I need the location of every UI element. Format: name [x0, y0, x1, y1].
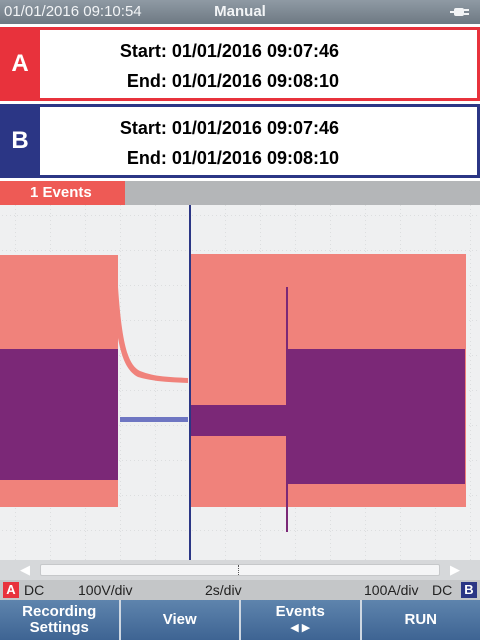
channel-a-tag: A: [0, 27, 40, 101]
recording-settings-button[interactable]: Recording Settings: [0, 600, 121, 640]
run-label: RUN: [404, 611, 438, 628]
channel-b-coupling: DC: [432, 582, 453, 598]
events-arrows-icon: ◀ ▶: [290, 622, 311, 634]
current-segment-3: [288, 349, 465, 484]
time-scale: 2s/div: [205, 582, 242, 598]
waveform-plot[interactable]: [0, 205, 480, 560]
scroll-track[interactable]: [40, 564, 440, 576]
scale-bar: A DC 100V/div 2s/div 100A/div DC B: [0, 580, 480, 600]
channel-b-start: Start: 01/01/2016 09:07:46: [119, 118, 339, 138]
recording-settings-label-1: Recording: [22, 603, 97, 620]
current-segment-2: [191, 405, 288, 436]
status-bar: 01/01/2016 09:10:54 Manual: [0, 0, 480, 24]
channel-b-scale: 100A/div: [364, 582, 419, 598]
channel-b-panel[interactable]: B Start: 01/01/2016 09:07:46 End: 01/01/…: [0, 104, 480, 178]
horizontal-scrollbar[interactable]: ◀ ▶: [0, 560, 480, 580]
scroll-right-icon[interactable]: ▶: [450, 562, 460, 578]
plug-icon: [450, 8, 469, 16]
channel-a-coupling: DC: [24, 582, 45, 598]
events-button[interactable]: Events ◀ ▶: [241, 600, 362, 640]
events-count-tab[interactable]: 1 Events: [0, 181, 125, 205]
channel-b-badge: B: [461, 582, 477, 598]
recording-settings-label-2: Settings: [29, 619, 89, 636]
channel-a-end: End: 01/01/2016 09:08:10: [126, 71, 339, 91]
channel-a-start: Start: 01/01/2016 09:07:46: [119, 41, 339, 61]
channel-a-badge: A: [3, 582, 19, 598]
channel-a-scale: 100V/div: [78, 582, 133, 598]
mode-label: Manual: [214, 3, 266, 20]
current-idle: [120, 417, 188, 422]
events-label: Events: [275, 603, 325, 620]
channel-a-panel[interactable]: A Start: 01/01/2016 09:07:46 End: 01/01/…: [0, 27, 480, 101]
scroll-left-icon[interactable]: ◀: [20, 562, 30, 578]
channel-b-end: End: 01/01/2016 09:08:10: [126, 148, 339, 168]
channel-b-tag: B: [0, 104, 40, 178]
run-button[interactable]: RUN: [361, 600, 480, 640]
scroll-thumb[interactable]: [238, 565, 240, 575]
softkey-bar: Recording Settings View Events ◀ ▶ RUN: [0, 600, 480, 640]
events-bar: 1 Events: [0, 181, 480, 205]
view-label: View: [162, 611, 197, 628]
view-button[interactable]: View: [120, 600, 241, 640]
current-segment-1: [0, 349, 118, 480]
